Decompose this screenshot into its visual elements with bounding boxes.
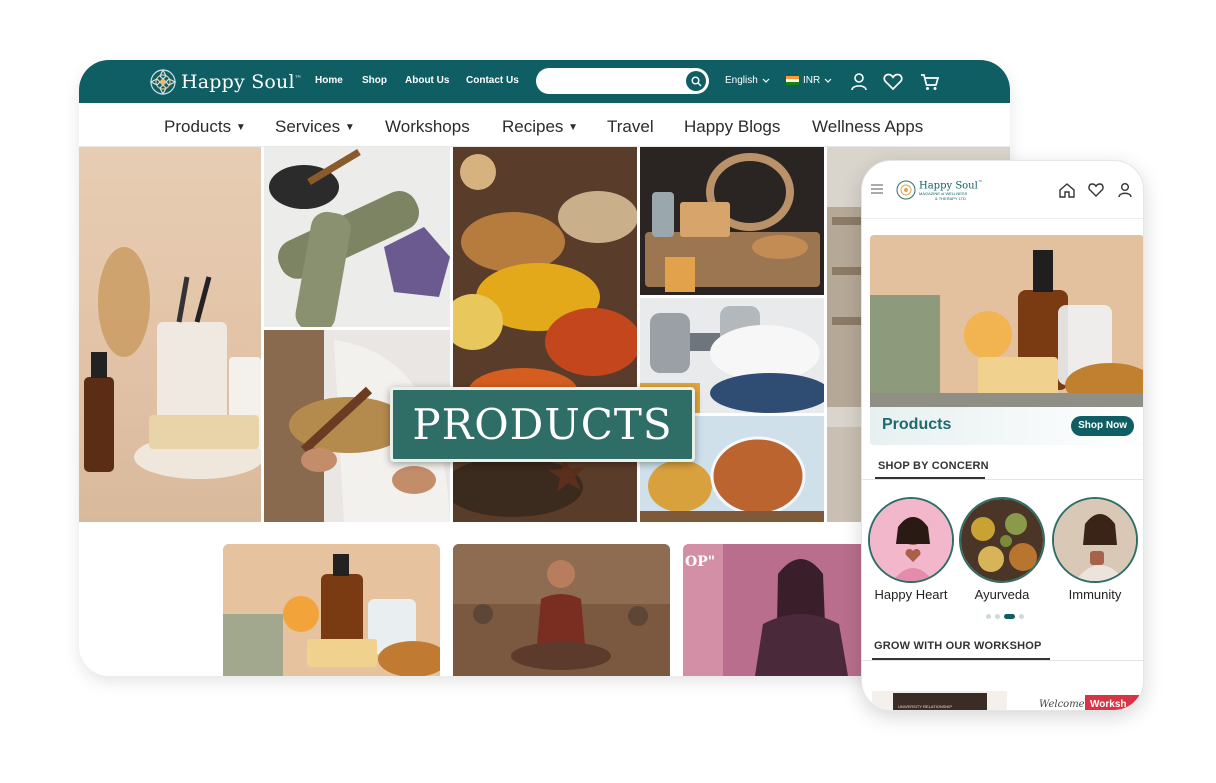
workshop-red-badge: Worksh [1085, 695, 1143, 710]
nav-home[interactable]: Home [315, 75, 343, 86]
language-value: English [725, 75, 758, 86]
home-icon[interactable] [1058, 181, 1076, 199]
nav-workshops[interactable]: Workshops [385, 117, 470, 137]
nav-products[interactable]: Products ▼ [164, 117, 246, 137]
screenshot-canvas: Happy Soul™ Home Shop About Us Contact U… [0, 0, 1216, 783]
mobile-mockup: Happy Soul™ MAGAZINE of WELLNESS & THERA… [861, 160, 1144, 711]
mandala-logo-icon [896, 180, 916, 200]
card-yoga-image [453, 544, 670, 676]
section-divider [862, 479, 1143, 480]
user-icon[interactable] [1116, 181, 1134, 199]
nav-about-us[interactable]: About Us [405, 75, 449, 86]
shop-now-button[interactable]: Shop Now [1071, 416, 1134, 436]
logo[interactable]: Happy Soul™ [149, 66, 302, 97]
user-icon[interactable] [848, 71, 870, 93]
india-flag-icon [786, 76, 799, 85]
section-divider [862, 660, 1143, 661]
top-bar: Happy Soul™ Home Shop About Us Contact U… [79, 60, 1010, 103]
nav-recipes[interactable]: Recipes ▼ [502, 117, 578, 137]
category-nav: Products ▼ Services ▼ Workshops Recipes … [79, 103, 1010, 147]
card-products[interactable] [223, 544, 440, 676]
currency-select[interactable]: INR [786, 75, 832, 86]
nav-travel[interactable]: Travel [607, 117, 654, 137]
search-input[interactable] [536, 68, 709, 94]
card-products-image [223, 544, 440, 676]
caret-down-icon: ▼ [344, 122, 355, 133]
workshop-thumb-text: UNIVERSITY RELATIONSHIP [898, 704, 953, 709]
carousel-dot[interactable] [1019, 614, 1024, 619]
carousel-dot[interactable] [986, 614, 991, 619]
nav-shop[interactable]: Shop [362, 75, 387, 86]
hamburger-menu-icon[interactable] [871, 184, 883, 194]
nav-wellness-apps[interactable]: Wellness Apps [812, 117, 923, 137]
caret-down-icon: ▼ [568, 122, 579, 133]
concern-image [959, 497, 1045, 583]
photo-gift-hamper [640, 147, 824, 295]
logo-text: Happy Soul™ [181, 70, 302, 93]
concern-label: Immunity [1068, 587, 1122, 602]
heart-icon[interactable] [882, 71, 904, 93]
concern-label: Happy Heart [874, 587, 948, 602]
workshop-card-2[interactable]: Welcome Worksh [1019, 691, 1143, 710]
chevron-down-icon [824, 78, 832, 83]
heart-icon[interactable] [1087, 181, 1105, 199]
search-icon [691, 76, 701, 86]
concern-happy-heart[interactable]: Happy Heart [868, 497, 954, 602]
nav-contact-us[interactable]: Contact Us [466, 75, 519, 86]
workshop-welcome-text: Welcome [1039, 699, 1085, 710]
photo-bath-products [79, 147, 261, 522]
photo-sage-crystal [264, 147, 450, 327]
nav-happy-blogs[interactable]: Happy Blogs [684, 117, 780, 137]
concern-image [868, 497, 954, 583]
card-overlay-text: OP" [685, 554, 716, 570]
products-banner[interactable]: PRODUCTS [390, 387, 695, 462]
chevron-down-icon [762, 78, 770, 83]
products-banner-text: PRODUCTS [412, 400, 673, 449]
mobile-hero-caption: Products Shop Now [870, 407, 1143, 445]
carousel-dot[interactable] [995, 614, 1000, 619]
caret-down-icon: ▼ [235, 122, 246, 133]
search-button[interactable] [686, 71, 706, 91]
carousel-dots[interactable] [986, 614, 1024, 619]
mobile-logo[interactable]: Happy Soul™ MAGAZINE of WELLNESS & THERA… [896, 178, 983, 201]
currency-value: INR [803, 75, 821, 86]
concern-ayurveda[interactable]: Ayurveda [959, 497, 1045, 602]
mobile-header: Happy Soul™ MAGAZINE of WELLNESS & THERA… [862, 161, 1143, 219]
language-select[interactable]: English [725, 75, 770, 86]
mobile-hero-title: Products [882, 416, 952, 433]
photo-spices [453, 147, 637, 522]
concern-image [1052, 497, 1138, 583]
concern-label: Ayurveda [974, 587, 1030, 602]
nav-services[interactable]: Services ▼ [275, 117, 355, 137]
mandala-logo-icon [149, 68, 177, 95]
workshop-card-1[interactable]: UNIVERSITY RELATIONSHIP [872, 691, 1007, 710]
mobile-hero-banner[interactable]: Products Shop Now [870, 235, 1143, 445]
concern-immunity[interactable]: Immunity [1052, 497, 1138, 602]
mobile-logo-text: Happy Soul™ MAGAZINE of WELLNESS & THERA… [919, 180, 983, 202]
card-yoga[interactable] [453, 544, 670, 676]
carousel-dot-active[interactable] [1004, 614, 1015, 619]
section-title-grow-with-workshop: GROW WITH OUR WORKSHOP [874, 640, 1042, 652]
section-title-shop-by-concern: SHOP BY CONCERN [878, 460, 989, 472]
cart-icon[interactable] [919, 71, 941, 93]
